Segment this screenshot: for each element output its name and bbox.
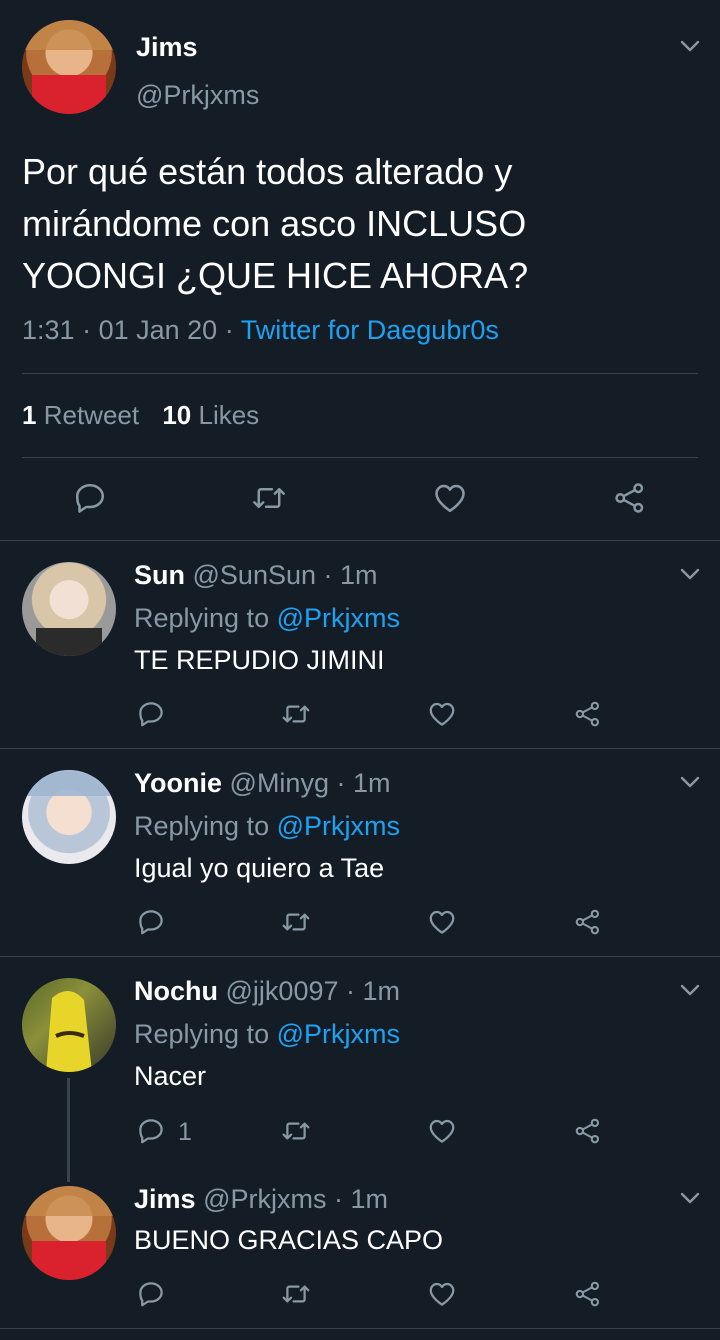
tweet-source-link[interactable]: Twitter for Daegubr0s — [241, 315, 499, 345]
share-icon[interactable] — [573, 699, 603, 729]
share-icon[interactable] — [612, 480, 648, 516]
tweet-header: Sun @SunSun · 1m — [134, 560, 378, 591]
tweet-time: 1:31 — [22, 315, 75, 345]
separator: · — [224, 315, 234, 345]
handle[interactable]: @Minyg — [230, 768, 329, 798]
replying-prefix: Replying to — [134, 811, 270, 841]
tweet-header: Yoonie @Minyg · 1m — [134, 768, 390, 799]
retweet-count: 1 — [22, 400, 37, 430]
avatar-sun[interactable] — [22, 562, 116, 656]
like-label: Likes — [198, 400, 260, 430]
tweet-time: · 1m — [333, 1184, 388, 1214]
like-icon[interactable] — [427, 907, 457, 937]
divider — [0, 1328, 720, 1329]
engagement-stats: 1 Retweet 10 Likes — [22, 400, 259, 431]
handle[interactable]: @Prkjxms — [136, 80, 259, 111]
retweet-icon[interactable] — [280, 699, 312, 729]
tweet-text: Por qué están todos alterado y mirándome… — [22, 146, 702, 302]
replying-to: Replying to @Prkjxms — [134, 1019, 400, 1050]
display-name[interactable]: Jims — [136, 32, 198, 63]
tweet-text-line: mirándome con asco INCLUSO — [22, 203, 527, 244]
thread-line — [67, 1078, 70, 1182]
avatar-nochu[interactable] — [22, 978, 116, 1072]
avatar-jims[interactable] — [22, 20, 116, 114]
divider — [22, 373, 698, 374]
like-icon[interactable] — [427, 1116, 457, 1146]
like-count: 10 — [162, 400, 192, 430]
tweet-text: Igual yo quiero a Tae — [134, 853, 385, 883]
tweet-text: TE REPUDIO JIMINI — [134, 645, 385, 675]
handle[interactable]: @jjk0097 — [226, 976, 339, 1006]
divider — [22, 457, 698, 458]
divider — [0, 748, 720, 749]
separator: · — [82, 315, 92, 345]
reply-icon[interactable] — [136, 907, 166, 937]
display-name[interactable]: Sun — [134, 560, 185, 590]
tweet-date: 01 Jan 20 — [98, 315, 218, 345]
tweet-text: BUENO GRACIAS CAPO — [134, 1225, 444, 1255]
like-icon[interactable] — [427, 699, 457, 729]
like-icon[interactable] — [432, 480, 468, 516]
share-icon[interactable] — [573, 907, 603, 937]
mention-link[interactable]: @Prkjxms — [277, 1019, 400, 1049]
retweet-icon[interactable] — [280, 907, 312, 937]
reply-count: 1 — [178, 1118, 192, 1146]
avatar-jims[interactable] — [22, 1186, 116, 1280]
tweet-time: · 1m — [323, 560, 378, 590]
chevron-down-icon[interactable] — [678, 34, 702, 58]
mention-link[interactable]: @Prkjxms — [277, 811, 400, 841]
replying-prefix: Replying to — [134, 1019, 270, 1049]
divider — [0, 956, 720, 957]
retweet-icon[interactable] — [280, 1279, 312, 1309]
reply-icon[interactable] — [136, 1279, 166, 1309]
reply-icon[interactable] — [72, 480, 108, 516]
likes-stat[interactable]: 10 Likes — [162, 400, 259, 430]
share-icon[interactable] — [573, 1279, 603, 1309]
replying-to: Replying to @Prkjxms — [134, 603, 400, 634]
reply-icon[interactable] — [136, 1116, 166, 1146]
display-name[interactable]: Nochu — [134, 976, 218, 1006]
chevron-down-icon[interactable] — [678, 562, 702, 586]
tweet-text: Nacer — [134, 1061, 207, 1091]
reply-icon[interactable] — [136, 699, 166, 729]
display-name[interactable]: Yoonie — [134, 768, 222, 798]
tweet-text-line: YOONGI ¿QUE HICE AHORA? — [22, 255, 529, 296]
tweet-header: Nochu @jjk0097 · 1m — [134, 976, 400, 1007]
replying-to: Replying to @Prkjxms — [134, 811, 400, 842]
chevron-down-icon[interactable] — [678, 770, 702, 794]
display-name[interactable]: Jims — [134, 1184, 196, 1214]
retweet-icon[interactable] — [280, 1116, 312, 1146]
avatar-yoonie[interactable] — [22, 770, 116, 864]
divider — [0, 540, 720, 541]
mention-link[interactable]: @Prkjxms — [277, 603, 400, 633]
tweet-meta: 1:31 · 01 Jan 20 · Twitter for Daegubr0s — [22, 315, 499, 346]
tweet-time: · 1m — [336, 768, 391, 798]
retweet-icon[interactable] — [250, 480, 288, 516]
chevron-down-icon[interactable] — [678, 978, 702, 1002]
tweet-text-line: Por qué están todos alterado y — [22, 151, 513, 192]
replying-prefix: Replying to — [134, 603, 270, 633]
retweet-label: Retweet — [43, 400, 140, 430]
handle[interactable]: @Prkjxms — [203, 1184, 326, 1214]
share-icon[interactable] — [573, 1116, 603, 1146]
chevron-down-icon[interactable] — [678, 1186, 702, 1210]
retweet-stat[interactable]: 1 Retweet — [22, 400, 146, 430]
tweet-time: · 1m — [346, 976, 401, 1006]
handle[interactable]: @SunSun — [193, 560, 317, 590]
like-icon[interactable] — [427, 1279, 457, 1309]
tweet-header: Jims @Prkjxms · 1m — [134, 1184, 388, 1215]
